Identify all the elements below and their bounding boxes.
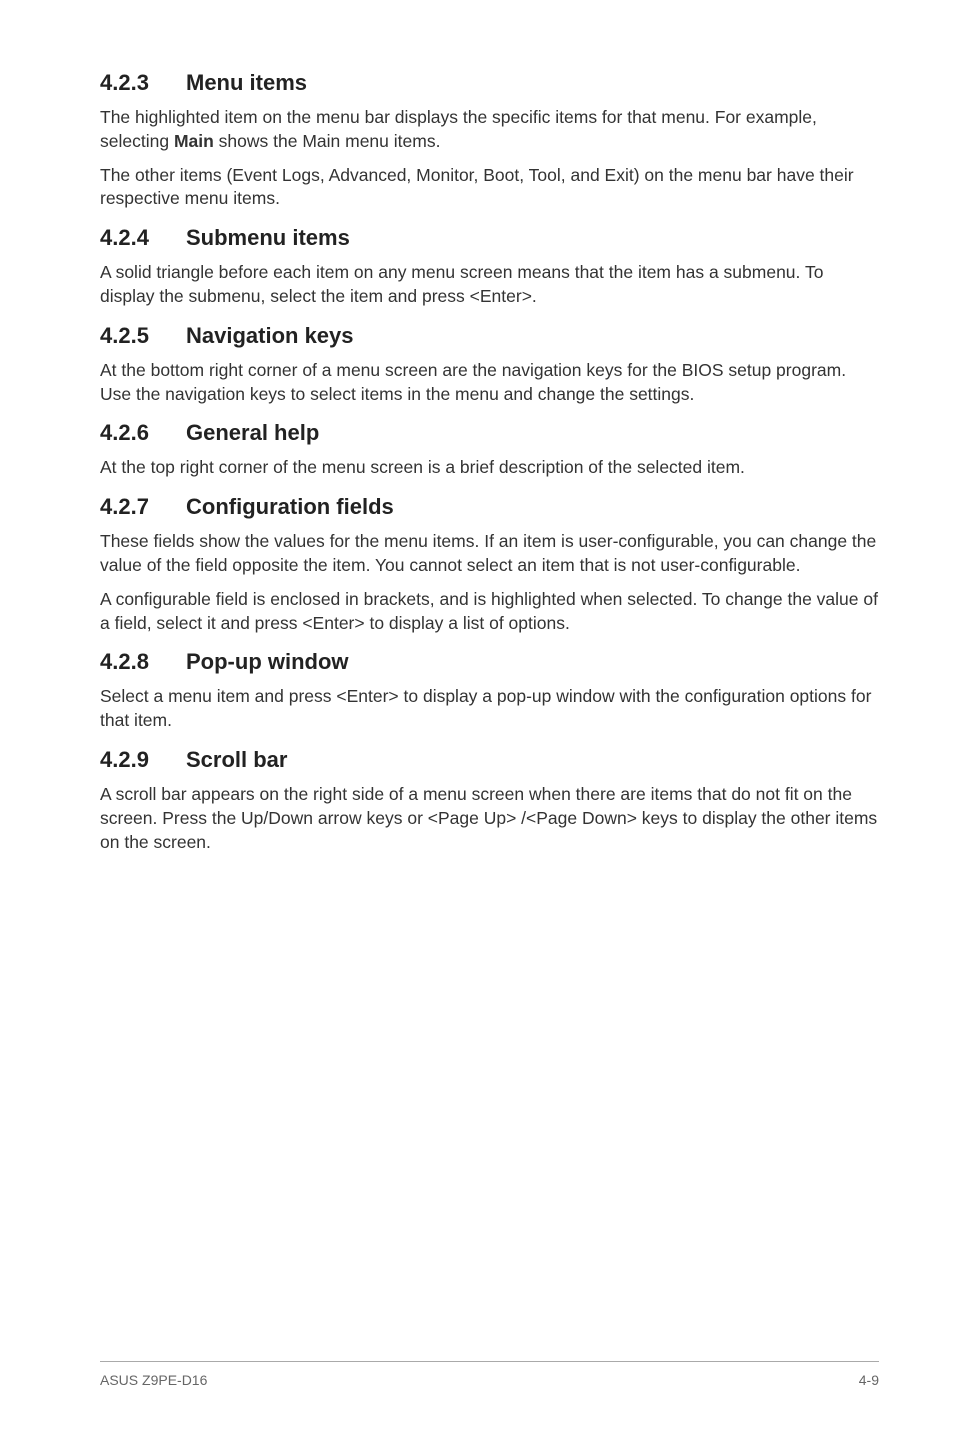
section-number: 4.2.4 bbox=[100, 225, 186, 251]
section-heading: 4.2.9Scroll bar bbox=[100, 747, 879, 773]
text-run: At the top right corner of the menu scre… bbox=[100, 457, 745, 477]
text-run: The other items (Event Logs, Advanced, M… bbox=[100, 165, 854, 209]
document-page: 4.2.3Menu items The highlighted item on t… bbox=[0, 0, 954, 1438]
footer-right: 4-9 bbox=[859, 1372, 879, 1388]
section-heading: 4.2.3Menu items bbox=[100, 70, 879, 96]
section-heading: 4.2.6General help bbox=[100, 420, 879, 446]
section-title: General help bbox=[186, 420, 319, 446]
section-number: 4.2.7 bbox=[100, 494, 186, 520]
paragraph: Select a menu item and press <Enter> to … bbox=[100, 685, 879, 733]
paragraph: At the top right corner of the menu scre… bbox=[100, 456, 879, 480]
section-number: 4.2.6 bbox=[100, 420, 186, 446]
paragraph: At the bottom right corner of a menu scr… bbox=[100, 359, 879, 407]
section-heading: 4.2.8Pop-up window bbox=[100, 649, 879, 675]
section: 4.2.5Navigation keys At the bottom right … bbox=[100, 323, 879, 407]
paragraph: A scroll bar appears on the right side o… bbox=[100, 783, 879, 854]
bold-text: Main bbox=[174, 131, 214, 151]
section-heading: 4.2.4Submenu items bbox=[100, 225, 879, 251]
text-run: shows the Main menu items. bbox=[214, 131, 441, 151]
section-number: 4.2.5 bbox=[100, 323, 186, 349]
section: 4.2.3Menu items The highlighted item on t… bbox=[100, 70, 879, 211]
section-number: 4.2.9 bbox=[100, 747, 186, 773]
page-content: 4.2.3Menu items The highlighted item on t… bbox=[100, 70, 879, 1361]
text-run: A solid triangle before each item on any… bbox=[100, 262, 823, 306]
text-run: These fields show the values for the men… bbox=[100, 531, 876, 575]
section: 4.2.9Scroll bar A scroll bar appears on t… bbox=[100, 747, 879, 854]
section-number: 4.2.8 bbox=[100, 649, 186, 675]
section-heading: 4.2.5Navigation keys bbox=[100, 323, 879, 349]
section: 4.2.4Submenu items A solid triangle befor… bbox=[100, 225, 879, 309]
section: 4.2.8Pop-up window Select a menu item and… bbox=[100, 649, 879, 733]
paragraph: A configurable field is enclosed in brac… bbox=[100, 588, 879, 636]
page-footer: ASUS Z9PE-D16 4-9 bbox=[100, 1361, 879, 1388]
section-heading: 4.2.7Configuration fields bbox=[100, 494, 879, 520]
section-title: Navigation keys bbox=[186, 323, 354, 349]
footer-left: ASUS Z9PE-D16 bbox=[100, 1372, 207, 1388]
section-title: Submenu items bbox=[186, 225, 350, 251]
paragraph: The highlighted item on the menu bar dis… bbox=[100, 106, 879, 154]
section-title: Menu items bbox=[186, 70, 307, 96]
section-title: Pop-up window bbox=[186, 649, 349, 675]
section-number: 4.2.3 bbox=[100, 70, 186, 96]
paragraph: These fields show the values for the men… bbox=[100, 530, 879, 578]
paragraph: The other items (Event Logs, Advanced, M… bbox=[100, 164, 879, 212]
text-run: At the bottom right corner of a menu scr… bbox=[100, 360, 846, 404]
section: 4.2.7Configuration fields These fields sh… bbox=[100, 494, 879, 635]
text-run: Select a menu item and press <Enter> to … bbox=[100, 686, 871, 730]
paragraph: A solid triangle before each item on any… bbox=[100, 261, 879, 309]
text-run: A configurable field is enclosed in brac… bbox=[100, 589, 878, 633]
text-run: A scroll bar appears on the right side o… bbox=[100, 784, 877, 852]
section: 4.2.6General help At the top right corner… bbox=[100, 420, 879, 480]
section-title: Configuration fields bbox=[186, 494, 394, 520]
section-title: Scroll bar bbox=[186, 747, 287, 773]
